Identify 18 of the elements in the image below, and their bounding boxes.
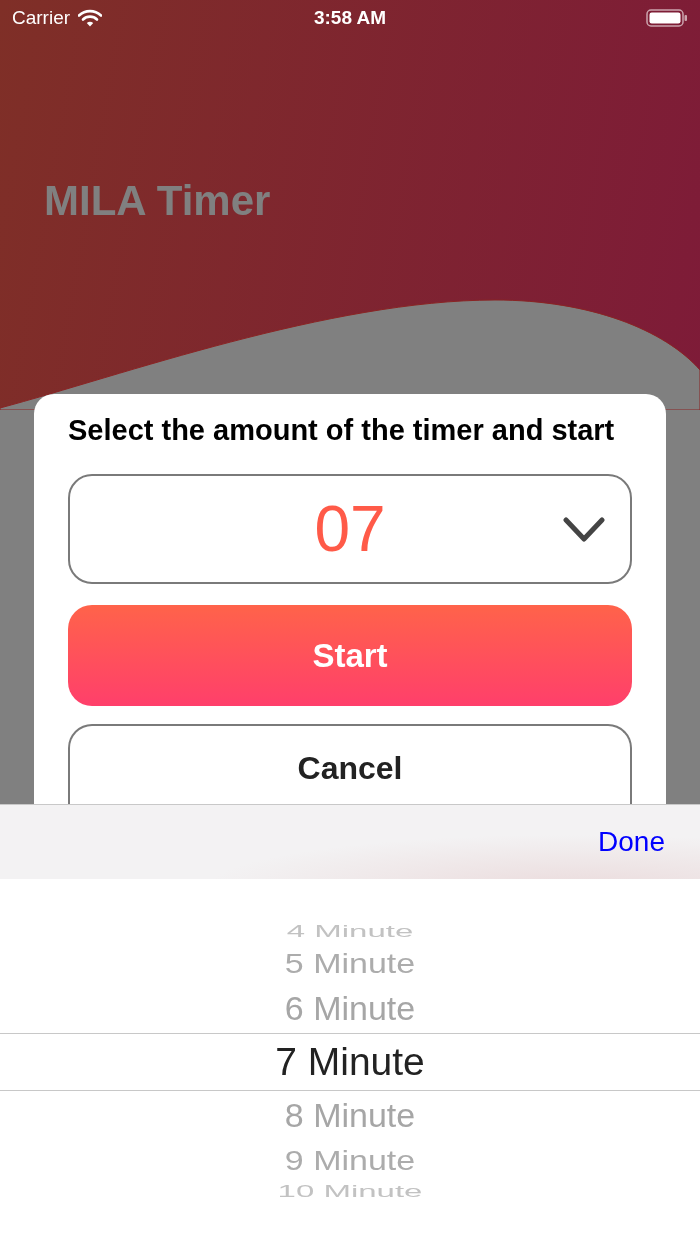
chevron-down-icon <box>563 517 605 543</box>
carrier-label: Carrier <box>12 5 71 30</box>
app-title: MILA Timer <box>44 180 271 222</box>
status-time: 3:58 AM <box>313 5 387 30</box>
start-button[interactable]: Start <box>68 605 632 706</box>
cancel-button[interactable]: Cancel <box>68 724 632 804</box>
wifi-icon <box>78 9 103 27</box>
picker-option[interactable]: 6 Minute <box>284 991 416 1025</box>
picker-option[interactable]: 4 Minute <box>286 923 414 940</box>
picker-option[interactable]: 9 Minute <box>284 1146 416 1174</box>
picker-option[interactable]: 10 Minute <box>277 1183 423 1200</box>
battery-icon <box>646 9 688 27</box>
card-heading: Select the amount of the timer and start <box>68 416 615 445</box>
picker-option[interactable]: 7 Minute <box>275 1042 425 1081</box>
minutes-dropdown[interactable]: 07 <box>68 474 632 584</box>
done-button[interactable]: Done <box>598 821 665 863</box>
picker-option[interactable]: 5 Minute <box>284 949 416 977</box>
picker-option[interactable]: 8 Minute <box>284 1098 416 1132</box>
